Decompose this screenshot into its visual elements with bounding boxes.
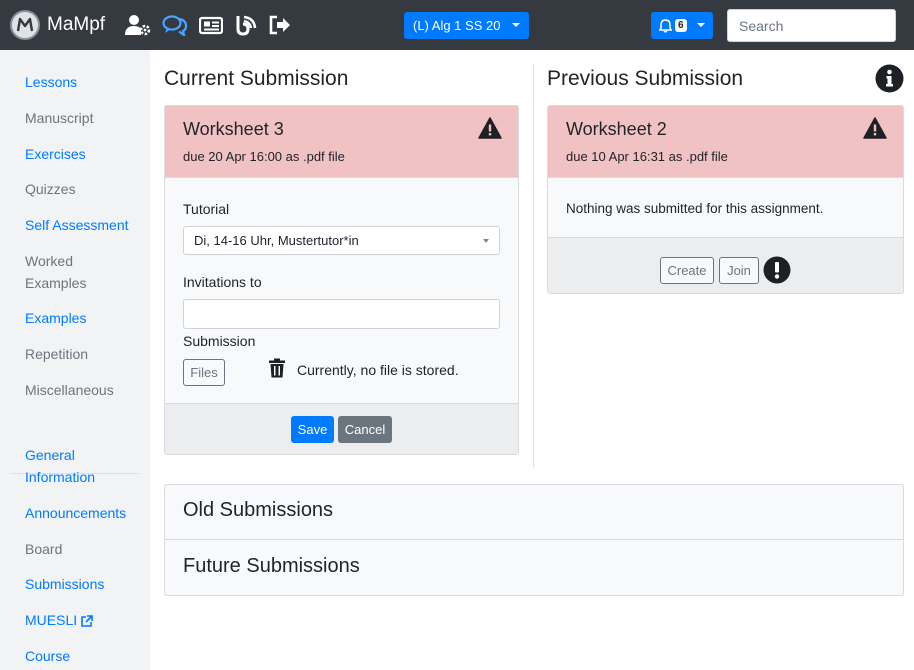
tutorial-label: Tutorial bbox=[183, 201, 230, 217]
current-assignment-title: Worksheet 3 bbox=[183, 119, 284, 139]
chevron-down-icon bbox=[697, 23, 705, 27]
external-link-icon bbox=[81, 614, 93, 627]
sidebar-item-board: Board bbox=[25, 541, 63, 557]
bell-icon bbox=[659, 18, 672, 33]
previous-assignment-due: due 10 Apr 16:31 as .pdf file bbox=[566, 149, 728, 164]
submissions-accordion: Old Submissions Future Submissions bbox=[164, 484, 904, 596]
previous-card-footer: Create Join bbox=[548, 237, 903, 293]
tutorial-select[interactable]: Di, 14-16 Uhr, Mustertutor*in bbox=[183, 226, 500, 255]
sidebar: Lessons Manuscript Exercises Quizzes Sel… bbox=[0, 50, 150, 670]
notifications-button[interactable]: 6 bbox=[651, 12, 713, 39]
tutorial-selected-value: Di, 14-16 Uhr, Mustertutor*in bbox=[194, 233, 359, 248]
no-submission-message: Nothing was submitted for this assignmen… bbox=[566, 201, 824, 216]
future-submissions-section[interactable]: Future Submissions bbox=[165, 541, 903, 596]
sidebar-item-self-assessment[interactable]: Self Assessment bbox=[25, 215, 140, 237]
blog-icon[interactable] bbox=[233, 13, 259, 37]
sidebar-item-worked-examples: Worked Examples bbox=[25, 253, 87, 291]
cancel-button[interactable]: Cancel bbox=[338, 416, 392, 443]
comments-icon[interactable] bbox=[162, 13, 188, 37]
warning-icon bbox=[863, 117, 887, 139]
chevron-down-icon bbox=[512, 23, 520, 27]
current-submission-heading: Current Submission bbox=[164, 67, 349, 90]
user-cog-icon[interactable] bbox=[125, 13, 151, 37]
previous-submission-card: Worksheet 2 due 10 Apr 16:31 as .pdf fil… bbox=[547, 105, 904, 294]
exclamation-icon[interactable] bbox=[763, 256, 791, 284]
chevron-down-icon bbox=[483, 239, 489, 243]
create-button[interactable]: Create bbox=[660, 257, 714, 284]
sidebar-item-quizzes: Quizzes bbox=[25, 181, 76, 197]
current-assignment-due: due 20 Apr 16:00 as .pdf file bbox=[183, 149, 345, 164]
warning-icon bbox=[478, 117, 502, 139]
notification-count-badge: 6 bbox=[675, 19, 687, 32]
invitations-label: Invitations to bbox=[183, 274, 262, 290]
sidebar-item-course[interactable]: Course bbox=[25, 646, 140, 668]
newspaper-icon[interactable] bbox=[198, 13, 224, 37]
sidebar-item-manuscript: Manuscript bbox=[25, 110, 94, 126]
sidebar-item-examples[interactable]: Examples bbox=[25, 308, 140, 330]
old-submissions-title: Old Submissions bbox=[183, 499, 334, 521]
previous-card-header: Worksheet 2 due 10 Apr 16:31 as .pdf fil… bbox=[548, 106, 903, 178]
submission-label: Submission bbox=[183, 333, 256, 349]
sidebar-item-miscellaneous: Miscellaneous bbox=[25, 382, 114, 398]
file-status-text: Currently, no file is stored. bbox=[297, 362, 459, 378]
current-card-footer: Save Cancel bbox=[165, 403, 518, 454]
top-navbar: MaMpf (L) Alg 1 SS 20 6 bbox=[0, 0, 914, 50]
files-button[interactable]: Files bbox=[183, 359, 225, 386]
save-button[interactable]: Save bbox=[291, 416, 334, 443]
join-button[interactable]: Join bbox=[719, 257, 759, 284]
previous-submission-heading: Previous Submission bbox=[547, 67, 744, 90]
brand[interactable]: MaMpf bbox=[10, 10, 105, 40]
sidebar-item-general-information[interactable]: General Information bbox=[25, 445, 105, 488]
future-submissions-title: Future Submissions bbox=[183, 555, 360, 577]
lecture-selector-dropdown[interactable]: (L) Alg 1 SS 20 bbox=[404, 12, 529, 39]
search-input[interactable] bbox=[727, 9, 896, 42]
sidebar-item-lessons[interactable]: Lessons bbox=[25, 72, 140, 94]
lecture-selector-label: (L) Alg 1 SS 20 bbox=[413, 18, 501, 33]
mampf-logo-icon bbox=[10, 10, 40, 40]
sidebar-item-exercises[interactable]: Exercises bbox=[25, 144, 140, 166]
previous-assignment-title: Worksheet 2 bbox=[566, 119, 667, 139]
current-card-header: Worksheet 3 due 20 Apr 16:00 as .pdf fil… bbox=[165, 106, 518, 178]
sidebar-item-muesli[interactable]: MUESLI bbox=[25, 610, 140, 632]
sign-out-icon[interactable] bbox=[267, 13, 293, 37]
sidebar-item-repetition: Repetition bbox=[25, 346, 89, 362]
old-submissions-section[interactable]: Old Submissions bbox=[165, 485, 903, 540]
brand-name: MaMpf bbox=[47, 14, 106, 35]
invitations-input[interactable] bbox=[183, 299, 500, 329]
current-submission-card: Worksheet 3 due 20 Apr 16:00 as .pdf fil… bbox=[164, 105, 519, 455]
column-divider bbox=[533, 64, 534, 468]
sidebar-item-label: MUESLI bbox=[25, 612, 78, 628]
info-icon[interactable] bbox=[875, 64, 904, 93]
sidebar-item-submissions[interactable]: Submissions bbox=[25, 574, 140, 596]
trash-icon[interactable] bbox=[268, 358, 286, 378]
sidebar-item-announcements[interactable]: Announcements bbox=[25, 503, 140, 525]
